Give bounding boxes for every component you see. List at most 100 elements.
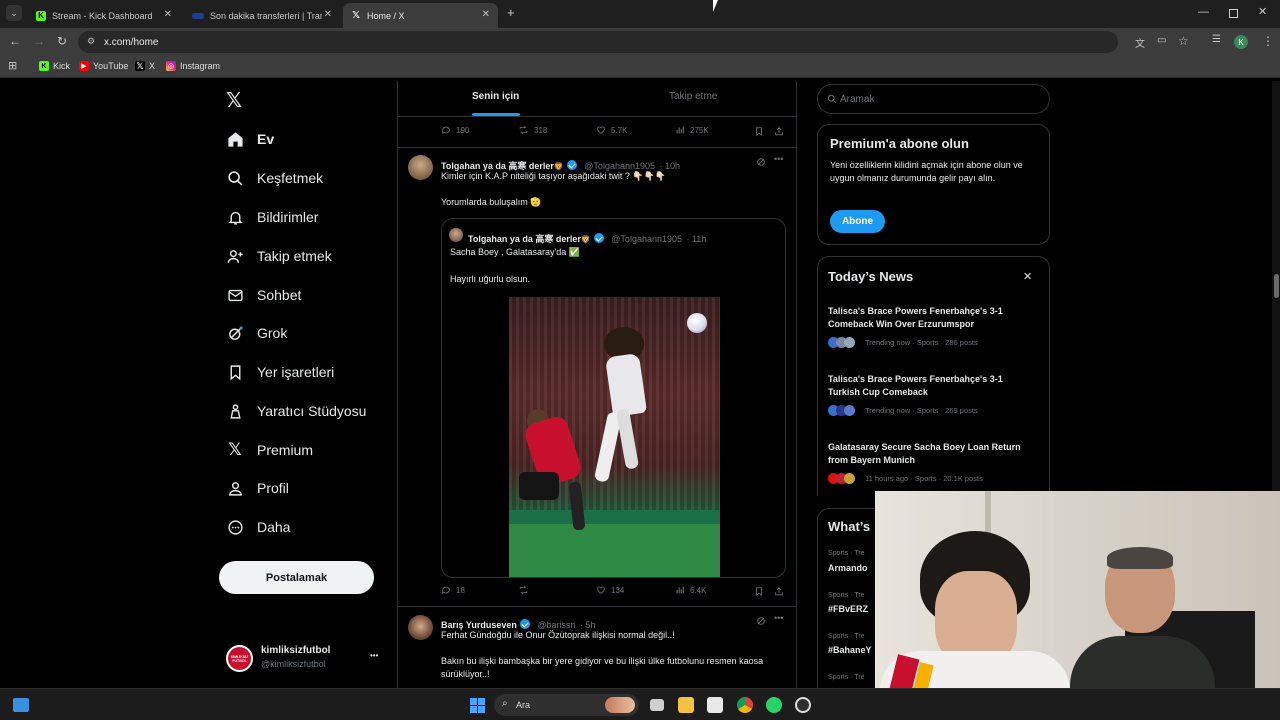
account-switcher[interactable]: KİMLİKSİZ FUTBOL kimliksizfutbol @kimlik… [226, 643, 386, 673]
task-view-icon[interactable] [650, 699, 664, 711]
close-icon[interactable]: ✕ [1023, 270, 1032, 283]
ad-board [509, 510, 720, 524]
more-icon[interactable]: ••• [774, 613, 783, 623]
store-icon[interactable] [707, 697, 723, 713]
tab-for-you[interactable]: Senin için [472, 91, 519, 102]
nav-label: Yer işaretleri [257, 364, 335, 380]
taskbar-search[interactable]: ⌕ Ara [494, 694, 639, 716]
share-icon[interactable] [774, 586, 784, 597]
menu-icon[interactable]: ⋮ [1262, 34, 1274, 48]
subscribe-button[interactable]: Abone [830, 210, 885, 233]
site-info-icon[interactable]: ⚙ [87, 36, 95, 47]
quoted-tweet[interactable]: Tolgahan ya da 高寒 derler🦁 @Tolgahann1905… [441, 218, 786, 578]
nav-profile[interactable]: Profil [226, 475, 289, 501]
avatar [408, 615, 433, 640]
apps-icon[interactable]: ⊞ [8, 59, 17, 72]
bookmark-icon[interactable] [754, 586, 764, 597]
tab-following[interactable]: Takip etme [669, 91, 717, 102]
x-logo[interactable]: 𝕏 [226, 88, 242, 113]
more-icon[interactable]: ••• [774, 154, 783, 164]
nav-explore[interactable]: Keşfetmek [226, 165, 323, 191]
search-input[interactable]: Aramak [817, 84, 1050, 114]
close-icon[interactable]: ✕ [164, 9, 172, 20]
tweet-photo[interactable] [509, 297, 720, 577]
tweet[interactable]: Tolgahan ya da 高寒 derler🦁 @Tolgahann1905… [398, 148, 796, 603]
views-button[interactable]: 6.4K [675, 585, 706, 595]
nav-notifications[interactable]: Bildirimler [226, 204, 318, 230]
like-button[interactable]: 134 [596, 585, 624, 595]
cast-icon[interactable]: ▭ [1157, 35, 1166, 46]
mail-icon [226, 286, 244, 304]
bookmark-icon[interactable] [754, 126, 764, 137]
bookmark-instagram[interactable]: ◎ Instagram [166, 61, 220, 71]
reload-icon[interactable]: ↻ [57, 34, 67, 48]
news-headline[interactable]: Talisca's Brace Powers Fenerbahçe's 3-1 … [828, 373, 1028, 399]
tab-search-icon[interactable]: ⌄ [6, 5, 22, 21]
news-headline[interactable]: Galatasaray Secure Sacha Boey Loan Retur… [828, 441, 1028, 467]
share-icon[interactable] [774, 126, 784, 137]
post-button[interactable]: Postalamak [219, 561, 374, 594]
tweet-actions: 190 318 5.7K 275K [398, 125, 796, 139]
more-icon[interactable]: ••• [370, 651, 378, 660]
back-icon[interactable]: ← [9, 34, 21, 48]
bookmark-label: X [149, 61, 156, 71]
browser-tab-transfer[interactable]: Son dakika transferleri | Transfe ✕ [184, 3, 340, 28]
new-tab-button[interactable]: + [507, 5, 515, 20]
profile-avatar[interactable]: K [1234, 35, 1248, 49]
repost-button[interactable] [518, 585, 534, 595]
pitch [509, 522, 720, 577]
trend-name[interactable]: Armando [828, 563, 868, 573]
tweet-text: Ferhat Gündoğdu ile Onur Özütoprak ilişk… [441, 630, 675, 640]
repost-button[interactable]: 318 [518, 125, 547, 135]
media-icon[interactable]: ☰ [1212, 34, 1221, 45]
obs-icon[interactable] [795, 697, 811, 713]
nav-premium[interactable]: 𝕏 Premium [226, 437, 313, 463]
reply-button[interactable]: 190 [441, 125, 469, 135]
search-placeholder: Aramak [840, 93, 875, 105]
nav-messages[interactable]: Sohbet [226, 282, 301, 308]
avatar [449, 228, 463, 242]
bookmark-x[interactable]: 𝕏 X [135, 61, 155, 71]
address-bar[interactable]: ⚙ x.com/home [78, 31, 1118, 53]
widgets-icon[interactable] [13, 698, 29, 712]
bookmark-kick[interactable]: K Kick [39, 61, 70, 71]
grok-icon[interactable] [756, 157, 766, 167]
close-window-icon[interactable]: ✕ [1258, 5, 1267, 18]
nav-label: Premium [257, 442, 314, 458]
avatar-text: KİMLİKSİZ FUTBOL [230, 654, 249, 663]
nav-more[interactable]: Daha [226, 514, 290, 540]
reply-button[interactable]: 18 [441, 585, 465, 595]
bookmark-youtube[interactable]: ▶ YouTube [79, 61, 128, 71]
search-icon: ⌕ [502, 698, 508, 709]
tweet-text: Kimler için K.A.P niteliği taşıyor aşağı… [441, 171, 667, 181]
close-icon[interactable]: ✕ [324, 9, 332, 20]
tweet[interactable]: Barış Yurduseven @barissn · 5h ••• Ferha… [398, 607, 796, 688]
start-icon[interactable] [470, 698, 485, 713]
nav-creator-studio[interactable]: Yaratıcı Stüdyosu [226, 398, 366, 424]
browser-tab-x[interactable]: 𝕏 Home / X ✕ [343, 3, 498, 28]
nav-home[interactable]: Ev [226, 126, 274, 152]
translate-icon[interactable]: 文 [1135, 35, 1145, 50]
views-button[interactable]: 275K [675, 125, 709, 135]
like-button[interactable]: 5.7K [596, 125, 627, 135]
chrome-icon[interactable] [737, 697, 753, 713]
bell-icon [226, 208, 244, 226]
trend-name[interactable]: #FBvERZ [828, 604, 868, 614]
trend-name[interactable]: #BahaneY [828, 645, 872, 655]
browser-tab-kick[interactable]: K Stream - Kick Dashboard ✕ [28, 3, 180, 28]
restore-icon[interactable] [1229, 9, 1238, 18]
news-headline[interactable]: Talisca's Brace Powers Fenerbahçe's 3-1 … [828, 305, 1028, 331]
grok-icon[interactable] [756, 616, 766, 626]
whatsapp-icon[interactable] [766, 697, 782, 713]
star-icon[interactable]: ☆ [1178, 34, 1189, 48]
scrollbar-thumb[interactable] [1274, 274, 1279, 298]
minimize-icon[interactable]: — [1198, 6, 1209, 18]
tab-title: Son dakika transferleri | Transfe [210, 10, 322, 21]
nav-follow[interactable]: Takip etmek [226, 243, 332, 269]
file-explorer-icon[interactable] [678, 697, 694, 713]
search-icon [226, 169, 244, 187]
nav-bookmarks[interactable]: Yer işaretleri [226, 359, 334, 385]
close-icon[interactable]: ✕ [482, 9, 490, 20]
forward-icon[interactable]: → [33, 34, 45, 48]
nav-grok[interactable]: Grok [226, 320, 287, 346]
